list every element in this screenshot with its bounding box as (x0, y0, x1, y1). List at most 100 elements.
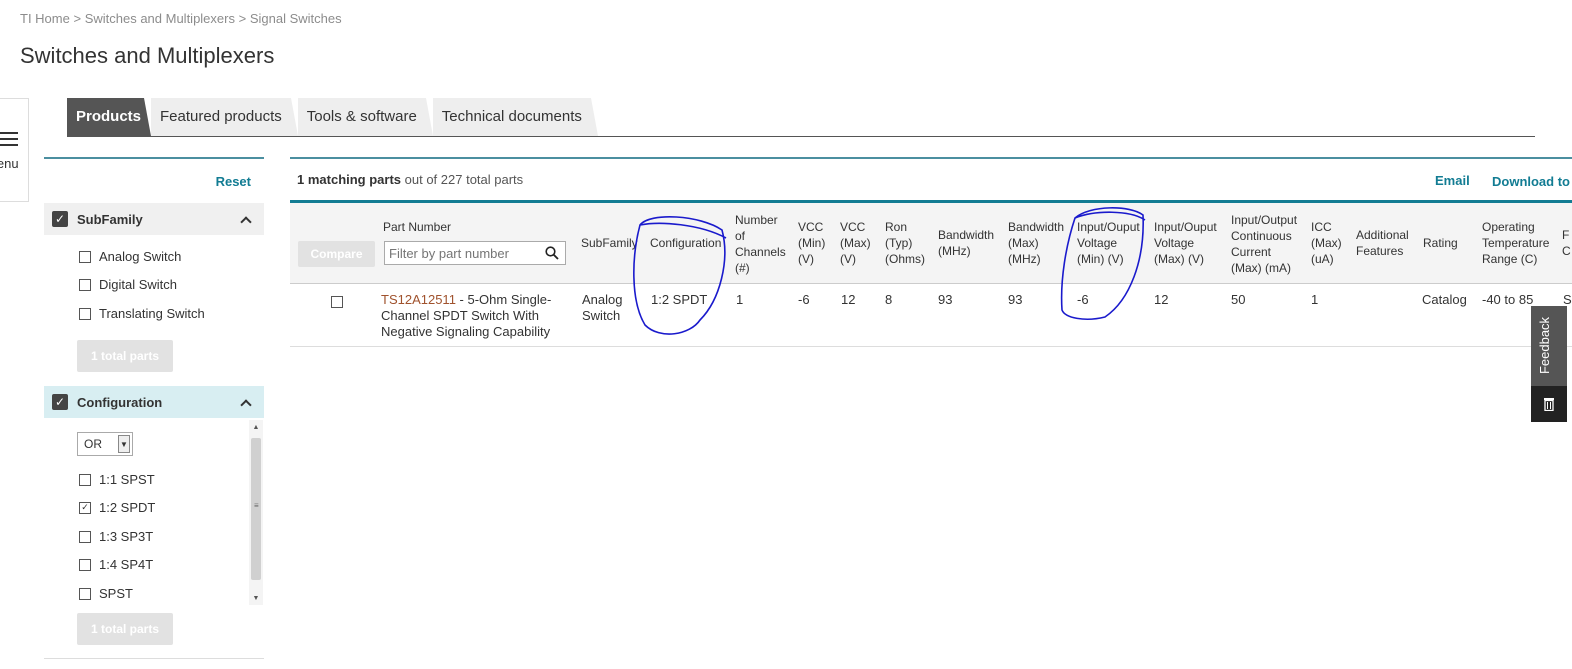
option-checkbox[interactable] (79, 250, 91, 263)
trash-icon[interactable] (1531, 386, 1567, 422)
filter-option-spst[interactable]: SPST (79, 586, 133, 601)
cell-io-current: 50 (1231, 292, 1246, 307)
matching-parts-count: 1 matching parts out of 227 total parts (297, 172, 524, 187)
header-icc-max[interactable]: ICC (Max) (uA) (1311, 219, 1342, 267)
side-menu-label: lenu (0, 156, 19, 171)
configuration-scrollbar[interactable]: ▲ ≡ ▼ (249, 420, 263, 605)
download-link[interactable]: Download to (1492, 174, 1570, 189)
scroll-down-icon[interactable]: ▼ (249, 591, 263, 605)
header-bandwidth-max[interactable]: Bandwidth (Max) (MHz) (1008, 219, 1064, 267)
table-header-divider (290, 283, 1572, 284)
cell-subfamily: Analog Switch (582, 292, 623, 323)
search-icon[interactable] (545, 246, 559, 260)
cell-io-voltage-max: 12 (1154, 292, 1169, 307)
option-checkbox[interactable] (79, 530, 91, 543)
cell-bandwidth-max: 93 (1008, 292, 1023, 307)
header-vcc-min[interactable]: VCC (Min) (V) (798, 219, 825, 267)
page-title: Switches and Multiplexers (20, 43, 275, 68)
subfamily-checkbox[interactable]: ✓ (52, 211, 68, 227)
filter-option-translating-switch[interactable]: Translating Switch (79, 306, 205, 321)
cell-vcc-max: 12 (841, 292, 856, 307)
cell-vcc-min: -6 (798, 292, 810, 307)
reset-filters-link[interactable]: Reset (216, 174, 251, 189)
header-io-voltage-min[interactable]: Input/Ouput Voltage (Min) (V) (1077, 219, 1140, 267)
chevron-up-icon[interactable] (240, 397, 250, 407)
panel-top-rule (44, 157, 264, 159)
cell-configuration: 1:2 SPDT (651, 292, 708, 307)
feedback-button[interactable]: Feedback (1531, 306, 1567, 386)
configuration-filter-title: Configuration (77, 394, 163, 410)
header-number-of-channels[interactable]: Number of Channels (#) (735, 212, 786, 276)
filter-option-1-4-sp4t[interactable]: 1:4 SP4T (79, 557, 153, 572)
chevron-down-icon[interactable]: ▼ (118, 435, 130, 453)
option-label: 1:2 SPDT (99, 500, 156, 515)
configuration-filter-header[interactable]: ✓ Configuration (44, 386, 264, 418)
header-io-current-max[interactable]: Input/Output Continuous Current (Max) (mA) (1231, 212, 1297, 276)
header-part-number[interactable]: Part Number (383, 219, 451, 235)
filter-option-digital-switch[interactable]: Digital Switch (79, 277, 177, 292)
option-checkbox[interactable] (79, 307, 91, 320)
subfamily-filter-header[interactable]: ✓ SubFamily (44, 203, 264, 235)
option-checkbox[interactable] (79, 473, 91, 486)
breadcrumb-item-home[interactable]: TI Home (20, 11, 70, 26)
option-checkbox-checked[interactable]: ✓ (79, 501, 91, 514)
option-checkbox[interactable] (79, 558, 91, 571)
subfamily-total-parts-button[interactable]: 1 total parts (77, 340, 173, 372)
option-label: Translating Switch (99, 306, 205, 321)
filter-option-1-3-sp3t[interactable]: 1:3 SP3T (79, 529, 153, 544)
option-label: 1:3 SP3T (99, 529, 154, 544)
breadcrumb-separator: > (73, 11, 82, 26)
option-checkbox[interactable] (79, 278, 91, 291)
header-additional-features[interactable]: Additional Features (1356, 227, 1409, 259)
email-link[interactable]: Email (1435, 173, 1470, 188)
side-menu-toggle[interactable]: lenu (0, 98, 29, 202)
part-number-cell: TS12A12511 - 5-Ohm Single- Channel SPDT S… (381, 292, 552, 339)
configuration-checkbox[interactable]: ✓ (52, 394, 68, 410)
cell-io-voltage-min: -6 (1077, 292, 1089, 307)
chevron-up-icon[interactable] (240, 214, 250, 224)
header-operating-temperature[interactable]: Operating Temperature Range (C) (1482, 219, 1549, 267)
configuration-total-parts-button[interactable]: 1 total parts (77, 613, 173, 645)
header-configuration[interactable]: Configuration (650, 235, 721, 251)
header-rating[interactable]: Rating (1423, 235, 1458, 251)
cell-ron: 8 (885, 292, 893, 307)
cell-bandwidth: 93 (938, 292, 953, 307)
header-cut-off[interactable]: FC (1562, 227, 1571, 259)
table-row-divider (290, 346, 1572, 347)
filter-option-1-2-spdt[interactable]: ✓ 1:2 SPDT (79, 500, 155, 515)
option-label: Digital Switch (99, 277, 178, 292)
header-bandwidth[interactable]: Bandwidth (MHz) (938, 227, 994, 259)
tab-featured-products[interactable]: Featured products (151, 98, 298, 136)
breadcrumb-item-signal-switches[interactable]: Signal Switches (250, 11, 342, 26)
panel-divider (44, 658, 264, 659)
tab-tools-software[interactable]: Tools & software (297, 98, 433, 136)
option-label: 1:4 SP4T (99, 557, 154, 572)
compare-button[interactable]: Compare (298, 241, 375, 267)
part-number-link[interactable]: TS12A12511 (381, 292, 456, 307)
cell-channels: 1 (736, 292, 744, 307)
tab-bar: Products Featured products Tools & softw… (67, 98, 598, 136)
filter-option-1-1-spst[interactable]: 1:1 SPST (79, 472, 155, 487)
tab-products[interactable]: Products (67, 98, 151, 136)
option-label: 1:1 SPST (99, 472, 155, 487)
filter-option-analog-switch[interactable]: Analog Switch (79, 249, 181, 264)
subfamily-filter-title: SubFamily (77, 211, 143, 227)
scroll-thumb[interactable]: ≡ (251, 438, 261, 580)
header-ron[interactable]: Ron (Typ) (Ohms) (885, 219, 925, 267)
breadcrumb: TI Home > Switches and Multiplexers > Si… (20, 11, 342, 26)
option-label: SPST (99, 586, 133, 601)
operator-value: OR (84, 437, 102, 451)
breadcrumb-separator: > (238, 11, 247, 26)
header-vcc-max[interactable]: VCC (Max) (V) (840, 219, 871, 267)
row-select-checkbox[interactable] (331, 296, 343, 308)
tab-technical-documents[interactable]: Technical documents (432, 98, 598, 136)
part-number-filter-input[interactable] (384, 241, 566, 265)
header-io-voltage-max[interactable]: Input/Ouput Voltage (Max) (V) (1154, 219, 1217, 267)
scroll-up-icon[interactable]: ▲ (249, 420, 263, 434)
operator-select[interactable]: OR ▼ (77, 432, 133, 456)
cell-icc: 1 (1311, 292, 1319, 307)
option-checkbox[interactable] (79, 587, 91, 600)
filter-panel: Reset ✓ SubFamily Analog Switch Digital … (44, 157, 264, 669)
header-subfamily[interactable]: SubFamily (581, 235, 638, 251)
breadcrumb-item-switches[interactable]: Switches and Multiplexers (85, 11, 235, 26)
